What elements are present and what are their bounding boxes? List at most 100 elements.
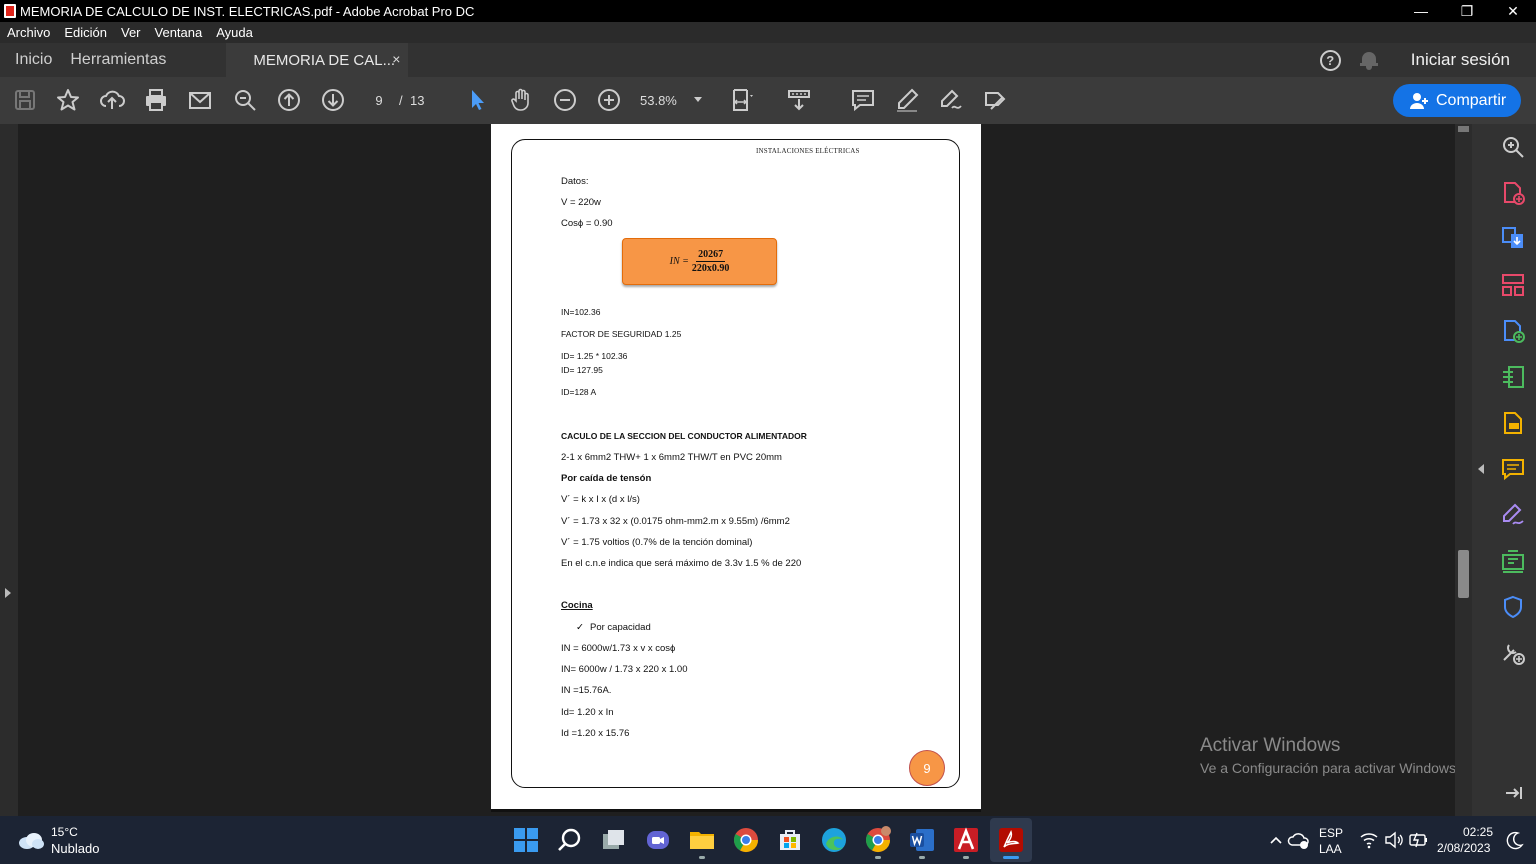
page-number-input[interactable]: 9 (362, 90, 396, 112)
zoom-tool-icon[interactable] (1500, 134, 1526, 160)
page-total: 13 (410, 93, 425, 108)
protect-shield-icon[interactable] (1500, 594, 1526, 620)
text-vresult: V´ = 1.75 voltios (0.7% de la tención do… (561, 537, 753, 548)
notifications-icon[interactable] (1502, 826, 1524, 854)
upload-cloud-icon[interactable] (99, 87, 125, 113)
hand-tool-icon[interactable] (508, 87, 534, 113)
acrobat-taskbar-icon[interactable] (997, 826, 1025, 854)
tab-inicio[interactable]: Inicio (0, 43, 67, 77)
export-pdf-icon[interactable] (1500, 225, 1526, 251)
text-in-val: IN =15.76A. (561, 685, 612, 696)
chrome-profile-icon[interactable] (864, 826, 892, 854)
fit-page-icon[interactable] (730, 87, 756, 113)
next-page-icon[interactable] (320, 87, 346, 113)
fill-sign-icon[interactable] (1500, 410, 1526, 436)
chrome-icon[interactable] (732, 826, 760, 854)
save-icon[interactable] (12, 87, 38, 113)
scrollbar-thumb[interactable] (1458, 550, 1469, 598)
formula-denominator: 220x0.90 (691, 263, 730, 274)
menu-ventana[interactable]: Ventana (155, 25, 203, 40)
share-button[interactable]: Compartir (1393, 84, 1521, 117)
expand-left-panel-icon[interactable] (5, 588, 11, 598)
onedrive-cloud-icon[interactable] (1285, 826, 1309, 854)
create-pdf-icon[interactable] (1500, 180, 1526, 206)
tab-document-label: MEMORIA DE CAL... (253, 51, 396, 69)
windows-start-icon[interactable] (512, 826, 540, 854)
vertical-scrollbar[interactable] (1455, 124, 1472, 816)
left-navigation-panel (0, 124, 18, 816)
document-viewer[interactable]: INSTALACIONES ELÉCTRICAS Datos: V = 220w… (18, 124, 1455, 816)
text-id-round: ID=128 A (561, 387, 597, 397)
microsoft-store-icon[interactable] (776, 826, 804, 854)
restore-button[interactable]: ❐ (1444, 0, 1490, 22)
collapse-right-panel-icon[interactable] (1478, 464, 1484, 474)
text-cne: En el c.n.e indica que será máximo de 3.… (561, 558, 802, 569)
text-datos: Datos: (561, 176, 589, 187)
help-icon[interactable]: ? (1319, 49, 1341, 71)
weather-condition[interactable]: Nublado (51, 841, 99, 856)
tab-close-icon[interactable]: × (392, 51, 400, 67)
comment-tool-icon[interactable] (1500, 456, 1526, 482)
combine-files-icon[interactable] (1500, 318, 1526, 344)
scroll-mode-icon[interactable] (786, 87, 812, 113)
text-vformula: V´ = k x I x (d x l/s) (561, 494, 640, 505)
page-separator: / (399, 93, 403, 108)
zoom-dropdown-icon[interactable] (694, 97, 702, 102)
minimize-button[interactable]: — (1398, 0, 1444, 22)
text-in-formula: IN = 6000w/1.73 x v x cosϕ (561, 643, 676, 654)
scan-ocr-icon[interactable] (1500, 364, 1526, 390)
show-hidden-icons-icon[interactable] (1262, 826, 1282, 854)
tab-herramientas[interactable]: Herramientas (67, 43, 181, 77)
organize-pages-icon[interactable] (1500, 272, 1526, 298)
weather-temperature[interactable]: 15°C (51, 825, 78, 839)
battery-icon[interactable] (1404, 826, 1427, 854)
zoom-out-icon[interactable] (552, 87, 578, 113)
search-icon[interactable] (556, 826, 584, 854)
word-icon[interactable] (908, 826, 936, 854)
comment-icon[interactable] (850, 87, 876, 113)
tab-bar: Inicio Herramientas MEMORIA DE CAL... × … (0, 43, 1536, 77)
cloud-weather-icon[interactable] (17, 830, 45, 850)
previous-page-icon[interactable] (276, 87, 302, 113)
menu-edicion[interactable]: Edición (64, 25, 107, 40)
highlight-pen-icon[interactable] (894, 87, 920, 113)
print-icon[interactable] (143, 87, 169, 113)
edit-tools-icon[interactable] (982, 87, 1008, 113)
collapse-panel-icon[interactable] (1500, 780, 1526, 806)
volume-icon[interactable] (1380, 826, 1403, 854)
autocad-icon[interactable] (952, 826, 980, 854)
draw-sign-icon[interactable] (938, 87, 964, 113)
wifi-icon[interactable] (1355, 826, 1378, 854)
language-code[interactable]: ESP (1319, 826, 1343, 840)
close-button[interactable]: ✕ (1490, 0, 1536, 22)
menu-archivo[interactable]: Archivo (7, 25, 50, 40)
request-signature-icon[interactable] (1500, 502, 1526, 528)
signin-link[interactable]: Iniciar sesión (1411, 50, 1510, 70)
edit-pdf-icon[interactable] (1500, 548, 1526, 574)
text-id-calc: ID= 1.25 * 102.36 (561, 351, 628, 361)
more-tools-icon[interactable] (1500, 640, 1526, 666)
clock-time[interactable]: 02:25 (1463, 825, 1493, 839)
share-label: Compartir (1436, 91, 1507, 109)
zoom-search-icon[interactable] (232, 87, 258, 113)
task-view-icon[interactable] (600, 826, 628, 854)
star-icon[interactable] (55, 87, 81, 113)
edge-icon[interactable] (820, 826, 848, 854)
text-id-formula: Id= 1.20 x In (561, 707, 614, 718)
file-explorer-icon[interactable] (688, 826, 716, 854)
teams-chat-icon[interactable] (644, 826, 672, 854)
caida-title: Por caída de tensón (561, 473, 652, 484)
menu-ayuda[interactable]: Ayuda (216, 25, 253, 40)
menu-ver[interactable]: Ver (121, 25, 141, 40)
select-cursor-icon[interactable] (464, 87, 490, 113)
tab-document[interactable]: MEMORIA DE CAL... × (226, 43, 409, 77)
clock-date[interactable]: 2/08/2023 (1437, 841, 1490, 855)
keyboard-layout[interactable]: LAA (1319, 842, 1342, 856)
activation-watermark-subtitle: Ve a Configuración para activar Windows. (1200, 760, 1460, 776)
acrobat-app-icon (4, 4, 16, 18)
page-number-badge: 9 (909, 750, 945, 786)
zoom-in-icon[interactable] (596, 87, 622, 113)
email-icon[interactable] (187, 87, 213, 113)
window-title: MEMORIA DE CALCULO DE INST. ELECTRICAS.p… (20, 3, 475, 19)
notification-bell-icon[interactable] (1359, 50, 1378, 70)
